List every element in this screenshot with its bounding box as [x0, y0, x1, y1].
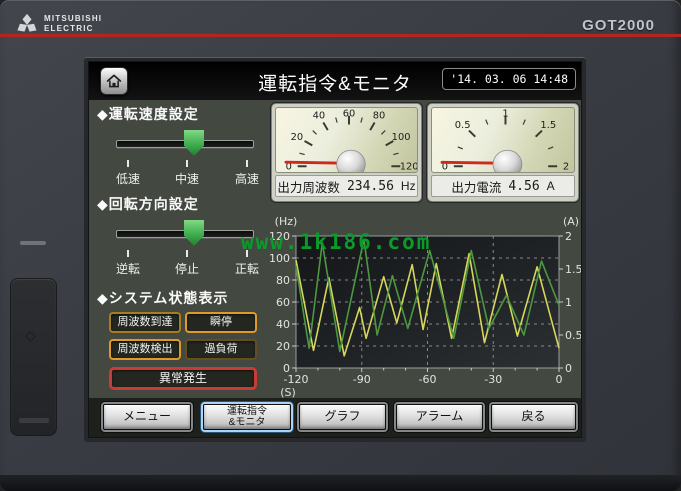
svg-text:-90: -90	[353, 373, 371, 386]
speed-setting-section: ◆運転速度設定 低速 中速 高速	[97, 104, 269, 192]
title-bar: 運転指令&モニタ '14. 03. 06 14:48	[89, 62, 581, 100]
frequency-gauge-value: 234.56	[347, 179, 394, 194]
svg-text:(S): (S)	[280, 386, 296, 398]
speed-section-title: ◆運転速度設定	[97, 104, 269, 124]
nav-graph-button[interactable]: グラフ	[299, 404, 386, 430]
svg-text:100: 100	[269, 252, 290, 265]
svg-text:20: 20	[291, 132, 304, 143]
status-freq-detect[interactable]: 周波数検出	[109, 339, 181, 360]
frequency-gauge-name: 出力周波数	[277, 177, 340, 196]
nav-operation-line2: &モニタ	[229, 417, 266, 428]
trend-chart: 02040608010012000.511.52-120-90-60-300(H…	[267, 212, 582, 398]
svg-text:1: 1	[502, 109, 508, 120]
slider-tick	[246, 160, 248, 167]
nav-menu-label: メニュー	[123, 410, 171, 423]
model-logo: GOT2000	[582, 17, 655, 34]
svg-text:80: 80	[276, 274, 290, 287]
slider-tick	[127, 250, 129, 257]
svg-text:-30: -30	[484, 373, 502, 386]
mitsubishi-logo: MITSUBISHI ELECTRIC	[16, 13, 102, 35]
svg-text:20: 20	[276, 340, 290, 353]
svg-text:-60: -60	[419, 373, 437, 386]
svg-text:0.5: 0.5	[455, 120, 471, 131]
interface-door: ◇	[10, 278, 57, 436]
bezel-bottom-edge	[0, 475, 681, 491]
svg-text:0: 0	[556, 373, 563, 386]
nav-operation-monitor-button[interactable]: 運転指令 &モニタ	[203, 404, 291, 430]
current-gauge-name: 出力電流	[451, 177, 501, 196]
svg-text:2: 2	[565, 230, 572, 243]
svg-text:1: 1	[565, 296, 572, 309]
nav-alarm-label: アラーム	[416, 410, 464, 423]
status-freq-reached[interactable]: 周波数到達	[109, 312, 181, 333]
status-alarm[interactable]: 異常発生	[109, 367, 257, 390]
svg-text:(Hz): (Hz)	[275, 215, 298, 228]
direction-option-forward: 正転	[225, 260, 269, 277]
current-gauge-unit: A	[547, 179, 555, 193]
frequency-gauge-face: 020406080100120	[275, 107, 418, 173]
nav-graph-label: グラフ	[324, 410, 360, 423]
direction-setting-section: ◆回転方向設定 逆転 停止 正転	[97, 194, 269, 282]
status-overload[interactable]: 過負荷	[185, 339, 257, 360]
svg-text:100: 100	[392, 132, 411, 143]
direction-section-title: ◆回転方向設定	[97, 194, 269, 214]
door-label	[19, 418, 49, 423]
frequency-gauge-panel: 020406080100120 出力周波数 234.56 Hz	[271, 103, 422, 202]
svg-text:120: 120	[269, 230, 290, 243]
svg-text:1.5: 1.5	[565, 263, 582, 276]
trend-chart-svg: 02040608010012000.511.52-120-90-60-300(H…	[267, 212, 582, 398]
frequency-gauge-label: 出力周波数 234.56 Hz	[275, 175, 418, 197]
door-emblem-icon: ◇	[25, 327, 36, 344]
lcd-screen: 運転指令&モニタ '14. 03. 06 14:48 ◆運転速度設定 低速 中速…	[88, 61, 582, 438]
nav-alarm-button[interactable]: アラーム	[396, 404, 483, 430]
datetime-display: '14. 03. 06 14:48	[442, 68, 576, 90]
slider-tick	[127, 160, 129, 167]
svg-text:0: 0	[565, 362, 572, 375]
bezel-slot	[20, 241, 46, 245]
current-gauge-value: 4.56	[508, 179, 539, 194]
status-momentary-stop[interactable]: 瞬停	[185, 312, 257, 333]
system-status-section: ◆システム状態表示 周波数到達 瞬停 周波数検出 過負荷 異常発生	[97, 288, 269, 398]
bezel-red-stripe	[0, 34, 681, 37]
current-gauge-panel: 00.511.52 出力電流 4.56 A	[427, 103, 579, 202]
brand-line1: MITSUBISHI	[44, 14, 102, 24]
mitsubishi-diamonds-icon	[16, 13, 38, 35]
svg-text:0.5: 0.5	[565, 329, 582, 342]
speed-option-high: 高速	[225, 170, 269, 187]
brand-line2: ELECTRIC	[44, 24, 102, 34]
svg-text:1.5: 1.5	[540, 120, 556, 131]
hmi-device: MITSUBISHI ELECTRIC GOT2000 ◇ 運転指令&モニタ '…	[0, 0, 681, 491]
nav-back-button[interactable]: 戻る	[491, 404, 576, 430]
svg-text:120: 120	[400, 162, 418, 173]
svg-text:60: 60	[343, 109, 356, 120]
current-gauge-label: 出力電流 4.56 A	[431, 175, 575, 197]
svg-text:60: 60	[276, 296, 290, 309]
direction-option-stop: 停止	[165, 260, 209, 277]
nav-back-label: 戻る	[521, 410, 545, 423]
speed-option-low: 低速	[106, 170, 150, 187]
direction-slider-thumb[interactable]	[184, 220, 204, 246]
slider-tick	[186, 160, 188, 167]
svg-text:(A): (A)	[563, 215, 579, 228]
nav-operation-line1: 運転指令	[227, 406, 267, 417]
svg-text:-120: -120	[284, 373, 309, 386]
current-gauge-face: 00.511.52	[431, 107, 575, 173]
direction-option-reverse: 逆転	[106, 260, 150, 277]
svg-text:2: 2	[563, 162, 569, 173]
svg-text:40: 40	[276, 318, 290, 331]
svg-text:40: 40	[313, 110, 326, 121]
slider-tick	[186, 250, 188, 257]
nav-menu-button[interactable]: メニュー	[103, 404, 191, 430]
nav-strip: メニュー 運転指令 &モニタ グラフ アラーム 戻る	[89, 398, 581, 438]
speed-slider-thumb[interactable]	[184, 130, 204, 156]
frequency-gauge-unit: Hz	[401, 179, 416, 193]
slider-tick	[246, 250, 248, 257]
current-gauge-dial: 00.511.52	[432, 108, 575, 173]
frequency-gauge-dial: 020406080100120	[276, 108, 418, 173]
status-section-title: ◆システム状態表示	[97, 288, 269, 308]
svg-text:80: 80	[373, 110, 386, 121]
speed-option-mid: 中速	[165, 170, 209, 187]
